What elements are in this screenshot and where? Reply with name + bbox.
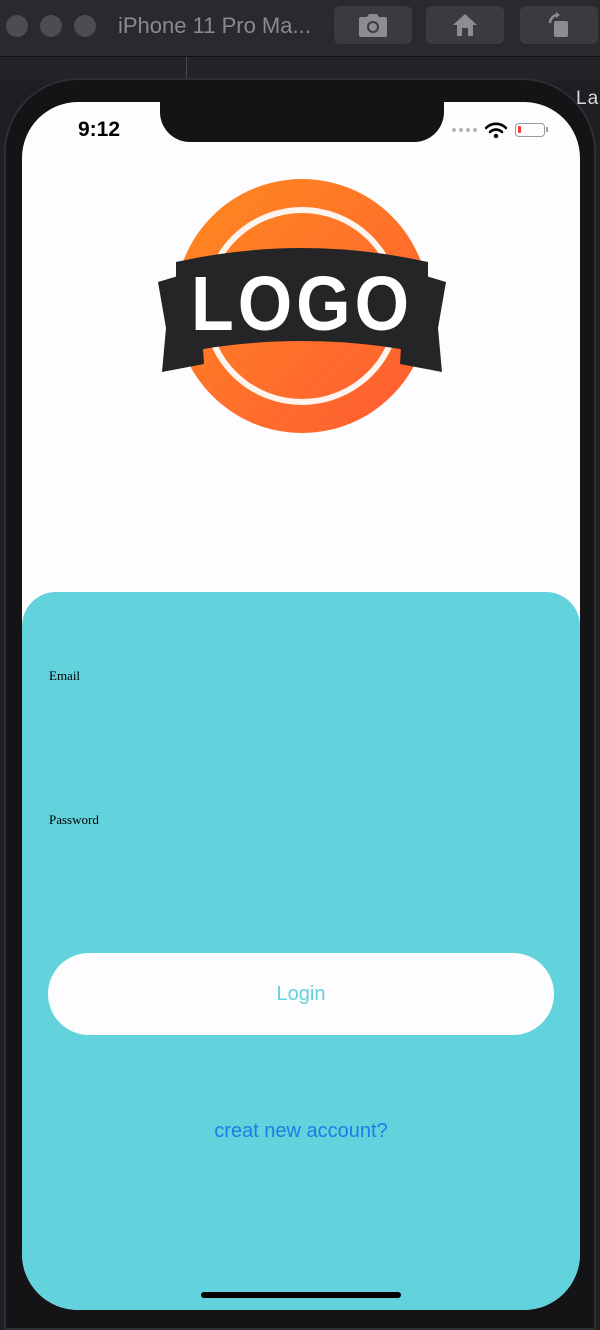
password-label: Password: [49, 812, 99, 827]
camera-icon: [359, 14, 387, 37]
rotate-button[interactable]: [520, 6, 598, 44]
battery-low-icon: [515, 123, 548, 137]
background-window-text: Las: [576, 88, 600, 109]
email-label: Email: [49, 668, 81, 683]
wifi-icon: [485, 122, 507, 138]
rotate-icon: [548, 12, 568, 37]
login-panel: Email Password Login creat new account?: [22, 592, 580, 1310]
close-window-button[interactable]: [6, 15, 28, 37]
phone-screen: 9:12 LOGO Email Password Login creat new…: [22, 102, 580, 1310]
notch: [160, 102, 444, 142]
email-field[interactable]: [49, 688, 553, 750]
minimize-window-button[interactable]: [40, 15, 62, 37]
zoom-window-button[interactable]: [74, 15, 96, 37]
simulator-toolbar: iPhone 11 Pro Ma...: [0, 0, 600, 57]
simulator-title: iPhone 11 Pro Ma...: [118, 13, 311, 38]
status-time: 9:12: [78, 118, 121, 141]
status-icons: [452, 122, 548, 138]
password-field[interactable]: [49, 832, 553, 894]
home-indicator: [201, 1292, 401, 1298]
logo-text: LOGO: [191, 260, 413, 347]
simulator-strip: [0, 57, 600, 79]
screenshot-button[interactable]: [334, 6, 412, 44]
logo: LOGO: [158, 179, 446, 433]
signal-dots-icon: [452, 128, 477, 132]
create-account-link[interactable]: creat new account?: [22, 1120, 580, 1143]
strip-divider: [186, 57, 187, 79]
home-button[interactable]: [426, 6, 504, 44]
home-icon: [453, 14, 477, 36]
login-button[interactable]: Login: [48, 953, 554, 1035]
